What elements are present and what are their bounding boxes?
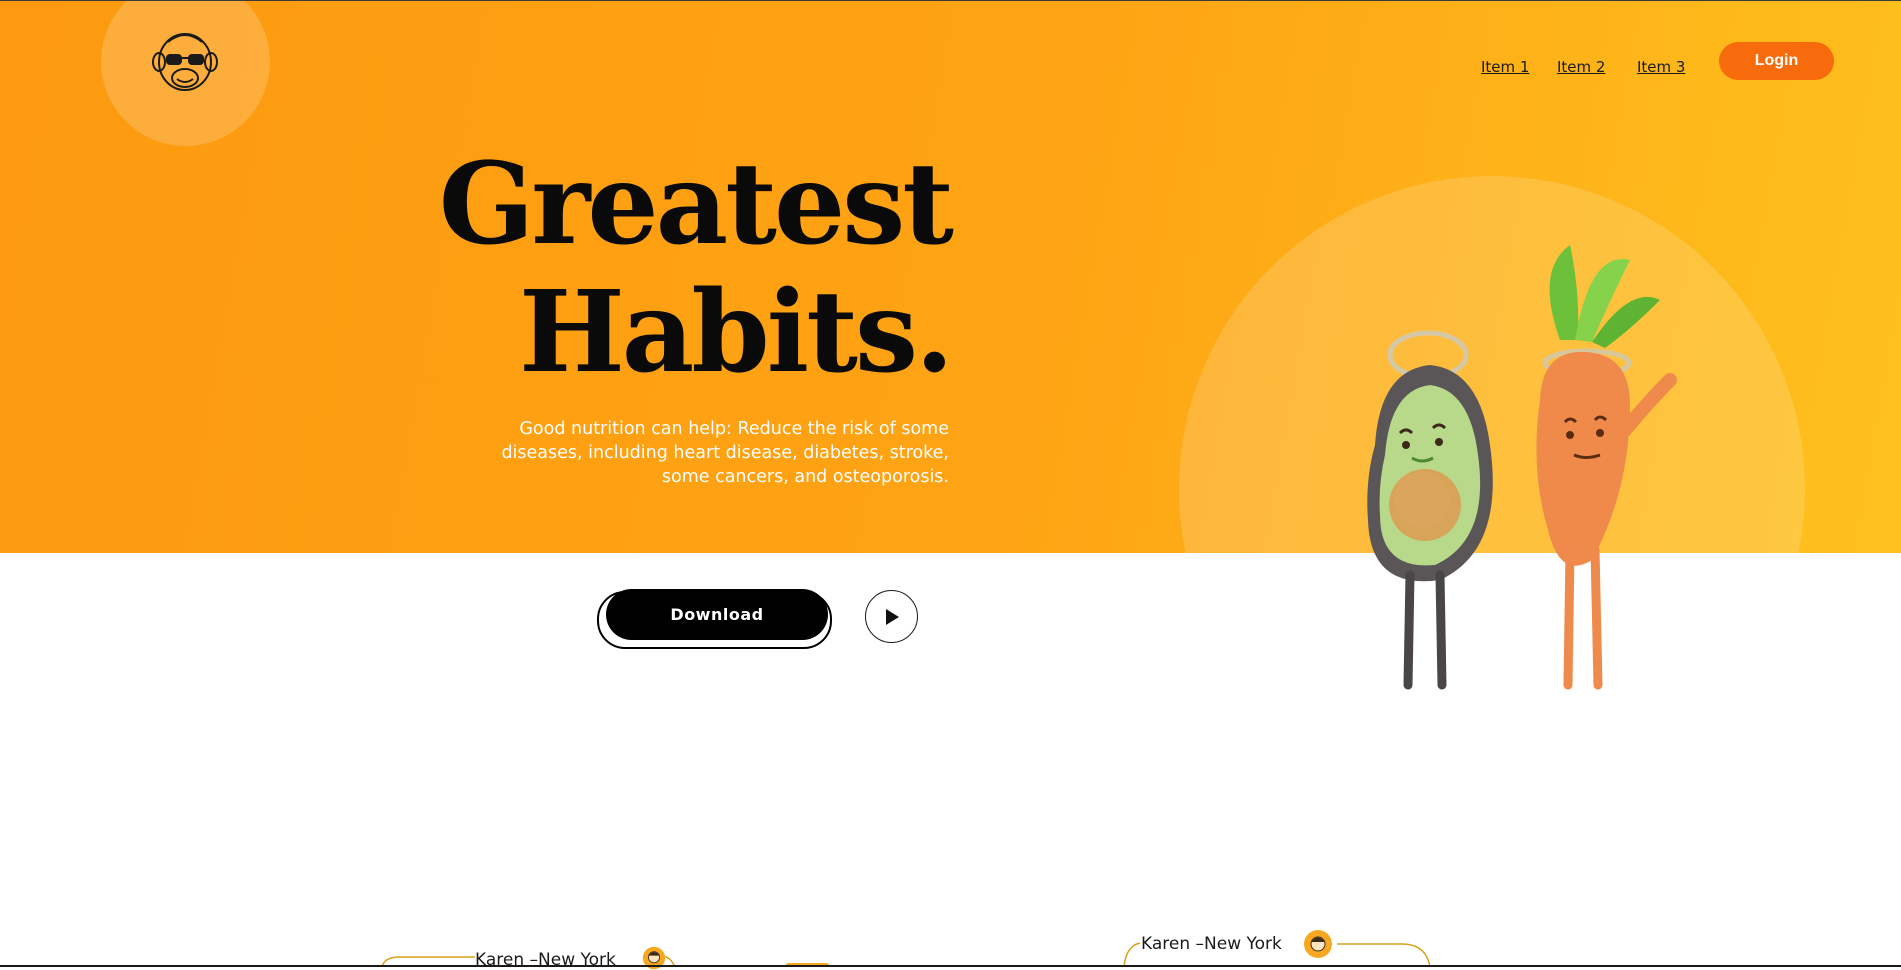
nav-item-2[interactable]: Item 2 <box>1557 58 1605 76</box>
hero-subtitle: Good nutrition can help: Reduce the risk… <box>501 419 949 487</box>
play-button[interactable] <box>865 590 918 643</box>
login-button[interactable]: Login <box>1719 42 1834 80</box>
nav-item-1[interactable]: Item 1 <box>1481 58 1529 76</box>
download-button[interactable]: Download <box>606 589 828 640</box>
hero-title: Greatest Habits. <box>438 139 954 398</box>
monkey-sunglasses-icon[interactable] <box>150 28 220 94</box>
avocado-carrot-mascots <box>1367 245 1677 690</box>
review-author: Karen –New York <box>1141 934 1282 954</box>
play-icon <box>885 608 899 625</box>
hero-title-line1: Greatest <box>438 139 954 270</box>
review-author: Karen –New York <box>475 950 616 970</box>
hero-title-line2: Habits. <box>518 267 954 398</box>
woman-avatar-icon <box>1304 930 1332 958</box>
nav-item-3[interactable]: Item 3 <box>1637 58 1685 76</box>
